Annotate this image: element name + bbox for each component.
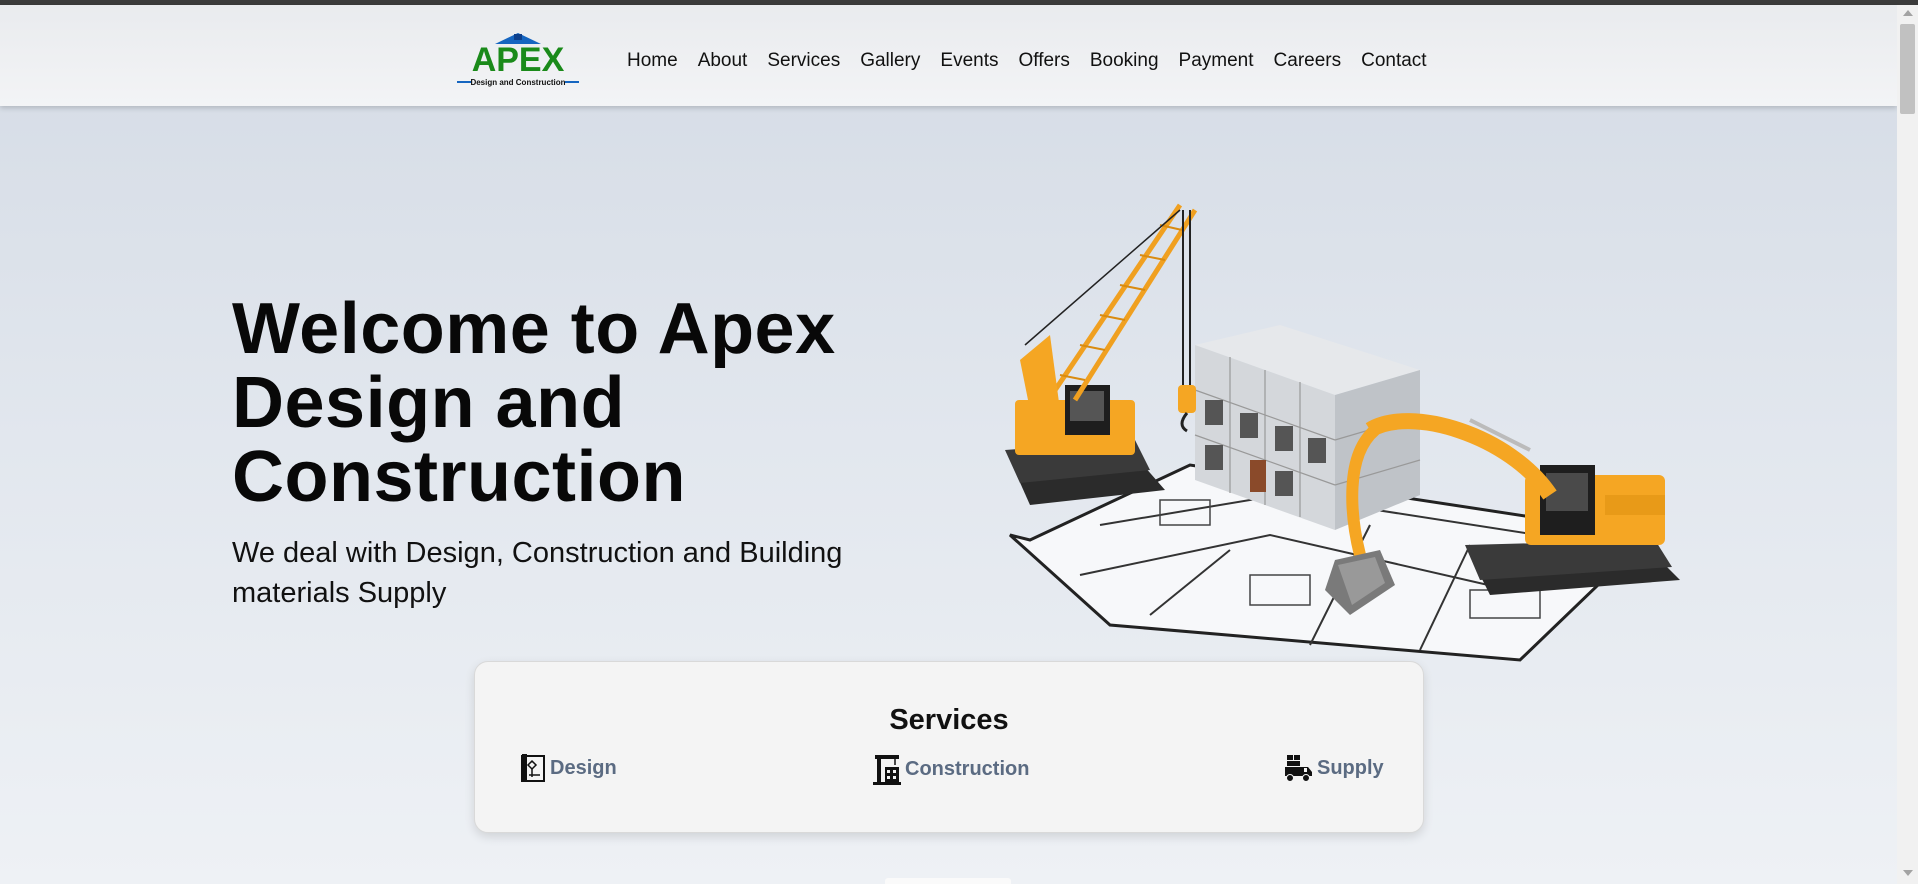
hero-title-line: Design and [232,363,626,443]
service-design-link[interactable]: Design [520,753,617,783]
service-supply-link[interactable]: Supply [1283,753,1384,783]
nav-events[interactable]: Events [930,50,1008,72]
hero-title: Welcome to Apex Design and Construction [232,292,932,514]
scrollbar-thumb[interactable] [1900,24,1915,114]
delivery-truck-icon [1285,755,1312,782]
apex-logo[interactable]: APEX Design and Construction [455,29,581,89]
scroll-down-arrow-icon[interactable] [1903,870,1913,876]
services-title: Services [889,704,1009,736]
next-section-peek [885,878,1011,884]
service-supply-label: Supply [1317,756,1384,779]
logo-text: APEX [472,41,565,79]
hero-subtitle: We deal with Design, Construction and Bu… [232,537,843,609]
service-construction-link[interactable]: Construction [873,753,1029,785]
services-card: Services Design Construction Supply [474,661,1424,833]
navbar: APEX Design and Construction Home About … [0,5,1897,106]
blueprint-icon [521,754,545,782]
crane-building-icon [873,755,901,785]
nav-contact[interactable]: Contact [1351,50,1436,72]
vertical-scrollbar[interactable] [1897,5,1918,884]
nav-about[interactable]: About [688,50,758,72]
nav-careers[interactable]: Careers [1264,50,1352,72]
hero-title-line: Construction [232,437,686,517]
nav-gallery[interactable]: Gallery [850,50,930,72]
scroll-up-arrow-icon[interactable] [1903,10,1913,16]
nav-booking[interactable]: Booking [1080,50,1169,72]
service-design-label: Design [550,756,617,779]
hero-title-line: Welcome to Apex [232,289,836,369]
nav-payment[interactable]: Payment [1169,50,1264,72]
service-construction-label: Construction [905,757,1030,780]
hero-construction-image [1005,203,1680,662]
nav-home[interactable]: Home [617,50,688,72]
nav-offers[interactable]: Offers [1008,50,1079,72]
nav-services[interactable]: Services [757,50,850,72]
main-nav: Home About Services Gallery Events Offer… [617,50,1437,72]
logo-tagline: Design and Construction [470,78,565,87]
